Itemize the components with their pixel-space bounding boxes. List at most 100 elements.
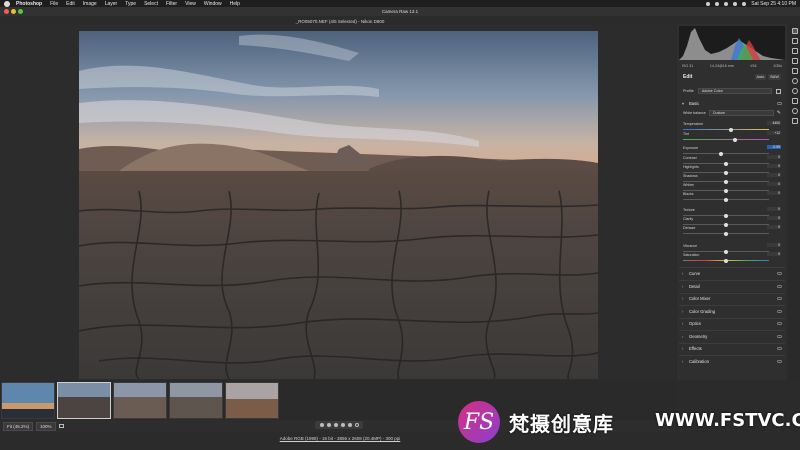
menu-app-photoshop[interactable]: Photoshop <box>16 1 42 7</box>
blacks-slider[interactable]: Blacks 0 <box>683 191 781 202</box>
grid-view-icon[interactable] <box>58 424 64 428</box>
clock[interactable]: Sat Sep 25 4:10 PM <box>751 1 796 7</box>
temperature-value-field[interactable]: 4400 <box>767 121 781 125</box>
red-eye-icon[interactable] <box>791 88 798 94</box>
status-icon[interactable] <box>715 1 720 6</box>
saturation-slider[interactable]: Saturation 0 <box>683 252 781 263</box>
control-center-icon[interactable] <box>742 1 747 6</box>
temperature-handle[interactable] <box>729 127 734 132</box>
minimize-window-icon[interactable] <box>11 9 16 14</box>
more-options-icon[interactable] <box>791 118 798 124</box>
preview-photo[interactable] <box>79 31 598 379</box>
menu-edit[interactable]: Edit <box>66 1 75 7</box>
healing-tool-icon[interactable] <box>791 48 798 54</box>
temperature-track[interactable] <box>683 129 769 131</box>
rating-star-icon[interactable] <box>333 423 338 427</box>
section-calibration[interactable]: › Calibration <box>682 359 782 364</box>
visibility-icon[interactable] <box>777 322 782 325</box>
dehaze-value-field[interactable]: 0 <box>767 225 781 229</box>
menu-select[interactable]: Select <box>144 1 158 7</box>
visibility-icon[interactable] <box>777 335 782 338</box>
mask-brush-icon[interactable] <box>791 58 798 64</box>
section-geometry[interactable]: › Geometry <box>682 334 782 339</box>
crop-tool-icon[interactable] <box>791 38 798 44</box>
image-canvas[interactable] <box>0 24 675 380</box>
bw-button[interactable]: B&W <box>768 74 781 80</box>
menu-file[interactable]: File <box>50 1 58 7</box>
section-basic[interactable]: ▾ Basic <box>682 101 782 106</box>
section-effects[interactable]: › Effects <box>682 346 782 351</box>
whites-value-field[interactable]: 0 <box>767 182 781 186</box>
visibility-icon[interactable] <box>777 360 782 363</box>
tint-value-field[interactable]: +12 <box>767 131 781 135</box>
visibility-icon[interactable] <box>777 272 782 275</box>
section-color-mixer[interactable]: › Color Mixer <box>682 296 782 301</box>
profile-browser-icon[interactable] <box>776 88 781 94</box>
blacks-value-field[interactable]: 0 <box>767 191 781 195</box>
section-optics[interactable]: › Optics <box>682 321 782 326</box>
contrast-label: Contrast <box>683 156 697 160</box>
visibility-icon[interactable] <box>777 297 782 300</box>
eyedropper-icon[interactable]: ✎ <box>777 110 781 116</box>
search-icon[interactable] <box>733 1 738 6</box>
white-balance-dropdown[interactable]: Custom <box>708 110 774 116</box>
section-curve[interactable]: › Curve <box>682 271 782 276</box>
exposure-track[interactable] <box>683 153 769 155</box>
texture-value-field[interactable]: 0 <box>767 207 781 211</box>
exposure-value-field[interactable]: -0.59 <box>767 145 781 149</box>
rating-clear-icon[interactable] <box>354 423 359 427</box>
section-color-grading[interactable]: › Color Grading <box>682 309 782 314</box>
snapshots-icon[interactable] <box>791 98 798 104</box>
blacks-handle[interactable] <box>724 197 728 202</box>
rating-star-icon[interactable] <box>340 423 345 427</box>
tint-handle[interactable] <box>732 137 737 142</box>
profile-dropdown[interactable]: Adobe Color <box>697 88 772 94</box>
zoom-window-icon[interactable] <box>18 9 23 14</box>
auto-button[interactable]: Auto <box>754 74 767 80</box>
saturation-handle[interactable] <box>724 258 728 263</box>
filmstrip-thumbnail[interactable] <box>169 382 223 419</box>
vibrance-value-field[interactable]: 0 <box>767 243 781 247</box>
rating-star-icon[interactable] <box>347 423 352 427</box>
visibility-icon[interactable] <box>777 102 782 105</box>
filmstrip-thumbnail-selected[interactable] <box>57 382 111 419</box>
section-detail[interactable]: › Detail <box>682 284 782 289</box>
rating-star-icon[interactable] <box>326 423 331 427</box>
dehaze-handle[interactable] <box>724 231 728 236</box>
tint-slider[interactable]: Tint +12 <box>683 131 781 142</box>
visibility-icon[interactable] <box>777 285 782 288</box>
dehaze-slider[interactable]: Dehaze 0 <box>683 225 781 236</box>
workflow-options-link[interactable]: Adobe RGB (1998) - 16 bit - 3856 x 2608 … <box>220 436 460 441</box>
menu-type[interactable]: Type <box>125 1 136 7</box>
filmstrip-thumbnail[interactable] <box>113 382 167 419</box>
zoom-100-select[interactable]: 100% <box>36 421 56 431</box>
status-icon[interactable] <box>706 1 711 6</box>
saturation-value-field[interactable]: 0 <box>767 252 781 256</box>
apple-menu-icon[interactable] <box>4 0 10 7</box>
radial-gradient-icon[interactable] <box>791 78 798 84</box>
menu-view[interactable]: View <box>185 1 196 7</box>
menu-layer[interactable]: Layer <box>105 1 118 7</box>
fit-zoom-select[interactable]: Fit (45.2%) <box>3 421 34 431</box>
shadows-value-field[interactable]: 0 <box>767 173 781 177</box>
visibility-icon[interactable] <box>777 347 782 350</box>
rating-star-icon[interactable] <box>319 423 324 427</box>
filmstrip-thumbnail[interactable] <box>225 382 279 419</box>
menu-filter[interactable]: Filter <box>166 1 177 7</box>
rating-stars[interactable] <box>315 421 363 429</box>
visibility-icon[interactable] <box>777 310 782 313</box>
edit-tool-icon[interactable] <box>791 28 798 34</box>
filmstrip-thumbnail[interactable] <box>1 382 55 419</box>
menu-image[interactable]: Image <box>83 1 97 7</box>
close-window-icon[interactable] <box>4 9 9 14</box>
linear-gradient-icon[interactable] <box>791 68 798 74</box>
presets-icon[interactable] <box>791 108 798 114</box>
menu-help[interactable]: Help <box>230 1 240 7</box>
exposure-handle[interactable] <box>718 151 723 156</box>
tint-track[interactable] <box>683 139 769 141</box>
wifi-icon[interactable] <box>724 1 729 6</box>
contrast-value-field[interactable]: 0 <box>767 155 781 159</box>
highlights-value-field[interactable]: 0 <box>767 164 781 168</box>
menu-window[interactable]: Window <box>204 1 222 7</box>
clarity-value-field[interactable]: 0 <box>767 216 781 220</box>
